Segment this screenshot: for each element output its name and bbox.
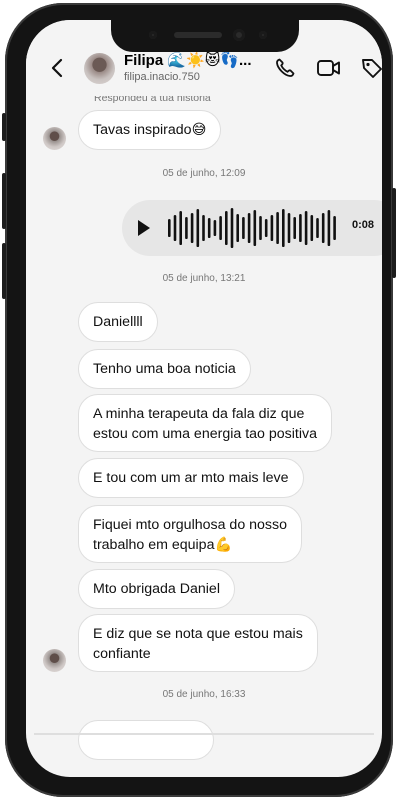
phone-frame: Filipa 🌊☀️😻👣... filipa.inacio.750 Respon… [2,3,396,797]
message-text: Daniellll [93,314,143,330]
contact-avatar[interactable] [84,53,115,84]
timestamp: 05 de junho, 13:21 [162,273,246,284]
message-bubble[interactable]: E tou com um ar mto mais leve [78,458,304,498]
waveform-bar [259,216,262,240]
timestamp: 05 de junho, 12:09 [162,168,246,179]
message-text: Mto obrigada Daniel [93,581,220,597]
back-icon[interactable] [46,56,70,80]
waveform-bar [190,213,194,243]
waveform-bar [236,214,239,242]
message-text-line: Fiquei mto orgulhosa do nosso [93,517,288,533]
sensor [149,31,157,39]
message-bubble[interactable]: Tavas inspirado😅 [78,110,222,150]
waveform-bar [327,210,331,246]
waveform-bar [202,215,205,241]
composer-divider [34,733,374,735]
waveform-bar [333,216,336,240]
waveform-bar [219,216,222,240]
waveform-bar [287,213,291,243]
waveform-bar [310,215,314,241]
waveform [168,208,336,248]
timestamp: 05 de junho, 16:33 [162,689,246,700]
volume-button-down [2,243,6,299]
contact-avatar-small[interactable] [43,649,66,672]
message-text-line: E diz que se nota que estou mais [93,626,303,642]
message-text: Tavas inspirado😅 [93,122,207,138]
message-text-line: estou com uma energia tao positiva [93,426,317,442]
waveform-bar [213,220,217,236]
waveform-bar [276,212,279,244]
message-text-line: A minha terapeuta da fala diz que [93,406,305,422]
contact-name[interactable]: Filipa 🌊☀️😻👣... [124,51,252,69]
message-bubble[interactable]: Fiquei mto orgulhosa do nosso trabalho e… [78,505,303,563]
message-bubble[interactable]: Daniellll [78,302,158,342]
waveform-bar [270,215,274,241]
waveform-bar [304,211,308,245]
message-bubble[interactable]: Mto obrigada Daniel [78,569,235,609]
volume-button-top [2,113,6,141]
contact-handle[interactable]: filipa.inacio.750 [124,71,200,83]
volume-button-up [2,173,6,229]
waveform-bar [316,218,319,238]
message-text-line: trabalho em equipa💪 [93,537,233,553]
waveform-bar [185,217,188,239]
waveform-bar [293,217,296,239]
waveform-bar [282,209,285,247]
play-icon[interactable] [138,220,150,236]
message-bubble[interactable]: A minha terapeuta da fala diz que estou … [78,394,332,452]
video-icon[interactable] [316,56,342,80]
waveform-bar [299,214,302,242]
voice-duration: 0:08 [352,219,375,231]
phone-icon[interactable] [272,56,298,80]
waveform-bar [264,219,268,237]
phone-notch [111,20,299,52]
message-bubble[interactable]: Tenho uma boa noticia [78,349,251,389]
waveform-bar [168,219,171,237]
sensor [259,31,267,39]
contact-avatar-small[interactable] [43,127,66,150]
waveform-bar [321,213,325,243]
waveform-bar [230,208,234,248]
waveform-bar [253,210,257,246]
voice-message[interactable]: 0:08 [122,200,382,256]
waveform-bar [225,211,228,245]
waveform-bar [207,218,211,238]
message-text: E tou com um ar mto mais leve [93,470,289,486]
waveform-bar [196,209,200,247]
message-text-line: confiante [93,646,151,662]
chat-screen: Filipa 🌊☀️😻👣... filipa.inacio.750 Respon… [26,20,382,777]
speaker-grille [174,32,222,38]
front-camera [233,29,245,41]
waveform-bar [247,213,251,243]
waveform-bar [179,211,182,245]
message-bubble[interactable]: E diz que se nota que estou mais confian… [78,614,318,672]
message-bubble-partial[interactable] [78,720,214,760]
power-button [392,188,396,278]
waveform-bar [173,215,177,241]
tag-icon[interactable] [359,56,382,80]
waveform-bar [242,217,245,239]
message-text: Tenho uma boa noticia [93,361,236,377]
